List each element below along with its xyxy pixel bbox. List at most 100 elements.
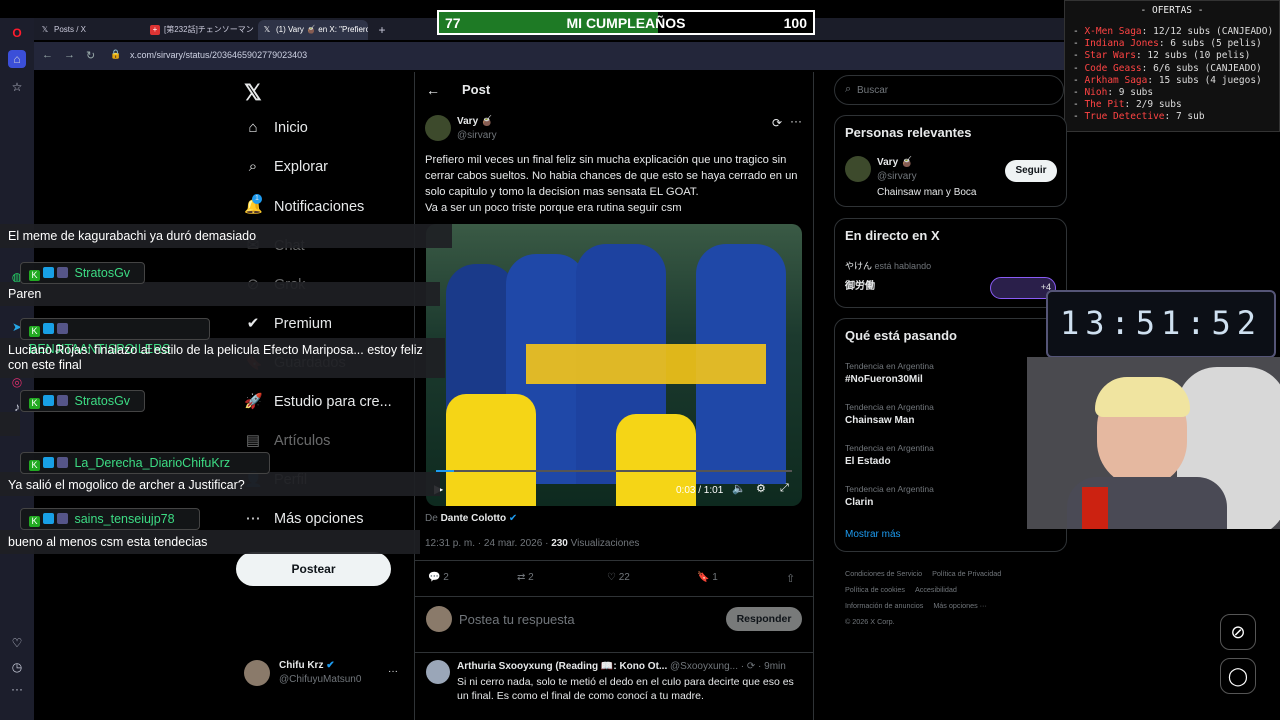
offer-line: - The Pit: 2/9 subs bbox=[1073, 99, 1182, 111]
forward-icon[interactable]: → bbox=[64, 49, 75, 61]
lock-icon[interactable]: 🔒 bbox=[110, 49, 121, 60]
divider bbox=[414, 596, 814, 597]
account-avatar[interactable] bbox=[244, 660, 270, 686]
offer-line: - Code Geass: 6/6 subs (CANJEADO) bbox=[1073, 62, 1262, 74]
share-icon[interactable]: ⇧ bbox=[786, 572, 795, 585]
chat-message-text: El meme de kagurabachi ya duró demasiado bbox=[8, 229, 257, 243]
cube-badge-icon bbox=[43, 395, 54, 406]
follow-button[interactable]: Seguir bbox=[1005, 160, 1057, 182]
x-logo-icon[interactable]: 𝕏 bbox=[244, 80, 262, 106]
url-field[interactable]: x.com/sirvary/status/2036465902779023403 bbox=[130, 50, 307, 60]
live-host-line[interactable]: やけん está hablando bbox=[845, 259, 931, 272]
rocket-icon: 🚀 bbox=[244, 393, 263, 410]
opera-logo-icon[interactable]: O bbox=[8, 24, 26, 42]
trend-name[interactable]: #NoFueron30Mil bbox=[845, 374, 923, 385]
footer-links: Condiciones de Servicio Política de Priva… bbox=[845, 566, 1065, 630]
settings-icon[interactable]: ⚙ bbox=[756, 482, 766, 495]
reply-input[interactable]: Postea tu respuesta bbox=[459, 612, 575, 627]
nav-item-5[interactable]: ✔ Premium bbox=[244, 314, 332, 338]
footer-link[interactable]: Información de anuncios bbox=[845, 601, 923, 610]
post-author[interactable]: Vary 🧉 bbox=[457, 116, 493, 127]
nav-label: Notificaciones bbox=[274, 199, 365, 215]
more-icon[interactable]: ··· bbox=[8, 680, 26, 698]
chat-username[interactable]: K StratosGv bbox=[20, 262, 145, 284]
post-more-icon[interactable]: ··· bbox=[790, 114, 802, 128]
new-tab-button[interactable]: + bbox=[372, 20, 392, 40]
bookmark-button[interactable]: 🔖 1 bbox=[697, 572, 718, 583]
chat-username[interactable]: K La_Derecha_DiarioChifuKrz bbox=[20, 452, 270, 474]
card-title: En directo en X bbox=[845, 228, 940, 243]
reply-count-button[interactable]: 💬 2 bbox=[428, 572, 449, 583]
chat-username[interactable]: K StratosGv bbox=[20, 390, 145, 412]
tab-active-post[interactable]: 𝕏 (1) Vary 🧉 en X: "Prefiero bbox=[258, 20, 368, 40]
chat-message-text: Ya salió el mogolico de archer a Justifi… bbox=[8, 478, 245, 492]
post-button[interactable]: Postear bbox=[236, 552, 391, 586]
offer-line: - Arkham Saga: 15 subs (4 juegos) bbox=[1073, 74, 1262, 86]
trend-name[interactable]: El Estado bbox=[845, 456, 891, 467]
video-progress-track[interactable] bbox=[436, 470, 792, 472]
offers-panel: - OFERTAS - - X-Men Saga: 12/12 subs (CA… bbox=[1064, 0, 1280, 132]
chat-message-text: bueno al menos csm esta tendecias bbox=[8, 535, 208, 549]
trend-name[interactable]: Clarin bbox=[845, 497, 873, 508]
nav-item-0[interactable]: ⌂ Inicio bbox=[244, 119, 307, 143]
relevant-avatar[interactable] bbox=[845, 156, 871, 182]
relevant-people-card: Personas relevantes Vary 🧉 @sirvary Chai… bbox=[834, 115, 1067, 207]
nav-item-7[interactable]: 🚀 Estudio para cre... bbox=[244, 392, 392, 416]
notif-badge: 1 bbox=[252, 194, 262, 204]
repost-button[interactable]: ⇄ 2 bbox=[517, 572, 534, 583]
trend-name[interactable]: Chainsaw Man bbox=[845, 415, 914, 426]
volume-icon[interactable]: 🔈 bbox=[732, 482, 746, 495]
verified-icon: ✔ bbox=[326, 660, 335, 671]
grok-icon[interactable]: ⟳ bbox=[772, 116, 782, 130]
post-header: Post bbox=[462, 82, 491, 97]
home-icon[interactable]: ⌂ bbox=[8, 50, 26, 68]
account-more-icon[interactable]: ··· bbox=[388, 666, 398, 677]
tab-label: Posts / X bbox=[54, 25, 87, 34]
post-handle[interactable]: @sirvary bbox=[457, 130, 497, 141]
footer-link[interactable]: Más opciones ··· bbox=[933, 601, 987, 610]
tab-manga[interactable]: + [第232話]チェンソーマン 第二 bbox=[146, 20, 256, 40]
post-video[interactable]: ▶ 0:03 / 1:01 🔈 ⚙ ⤢ bbox=[426, 224, 802, 506]
footer-link[interactable]: © 2026 X Corp. bbox=[845, 617, 895, 626]
search-icon: ⌕ bbox=[845, 83, 852, 95]
reply-avatar[interactable] bbox=[426, 660, 450, 684]
chat-username[interactable]: K BENJITAANTISPOILERS bbox=[20, 318, 210, 356]
chat-message-text: Luciano Rojas: finalazo al estilo de la … bbox=[8, 343, 423, 372]
live-room-title[interactable]: 御労働 bbox=[845, 277, 875, 292]
footer-link[interactable]: Política de Privacidad bbox=[932, 569, 1001, 578]
tab-posts[interactable]: 𝕏 Posts / X bbox=[36, 20, 144, 40]
author-avatar[interactable] bbox=[425, 115, 451, 141]
relevant-name[interactable]: Vary 🧉 bbox=[877, 157, 913, 168]
star-icon[interactable]: ☆ bbox=[8, 78, 26, 96]
search-placeholder: Buscar bbox=[857, 85, 889, 96]
back-icon[interactable]: ← bbox=[42, 49, 53, 61]
show-more-link[interactable]: Mostrar más bbox=[845, 529, 901, 540]
nav-item-1[interactable]: ⌕ Explorar bbox=[244, 158, 328, 182]
article-icon: ▤ bbox=[245, 432, 261, 449]
history-icon[interactable]: ◷ bbox=[8, 658, 26, 676]
like-button[interactable]: ♡ 22 bbox=[607, 572, 630, 583]
footer-link[interactable]: Condiciones de Servicio bbox=[845, 569, 922, 578]
messages-float-icon[interactable]: ◯ bbox=[1220, 658, 1256, 694]
offer-line: - Star Wars: 12 subs (10 pelis) bbox=[1073, 50, 1251, 62]
reply-submit-button[interactable]: Responder bbox=[726, 607, 802, 631]
footer-link[interactable]: Accesibilidad bbox=[915, 585, 957, 594]
account-name[interactable]: Chifu Krz ✔ bbox=[279, 660, 335, 671]
heart-icon[interactable]: ♡ bbox=[8, 634, 26, 652]
source-name[interactable]: Dante Colotto bbox=[441, 513, 507, 524]
goal-target: 100 bbox=[783, 15, 807, 31]
chat-username[interactable]: K sains_tenseiujp78 bbox=[20, 508, 200, 530]
reload-icon[interactable]: ↻ bbox=[86, 49, 95, 62]
nav-label: Artículos bbox=[274, 433, 331, 449]
kick-badge-icon: K bbox=[29, 516, 40, 527]
nav-item-2[interactable]: 🔔 Notificaciones 1 bbox=[244, 194, 365, 221]
home-icon: ⌂ bbox=[248, 119, 258, 136]
sub-badge-icon bbox=[57, 457, 68, 468]
footer-link[interactable]: Política de cookies bbox=[845, 585, 905, 594]
back-arrow-icon[interactable]: ← bbox=[426, 82, 440, 98]
search-input[interactable]: ⌕ Buscar bbox=[834, 75, 1064, 105]
fullscreen-icon[interactable]: ⤢ bbox=[780, 482, 789, 495]
grok-float-icon[interactable]: ⊘ bbox=[1220, 614, 1256, 650]
tab-label: (1) Vary 🧉 en X: "Prefiero bbox=[276, 25, 368, 34]
sub-badge-icon bbox=[57, 323, 68, 334]
